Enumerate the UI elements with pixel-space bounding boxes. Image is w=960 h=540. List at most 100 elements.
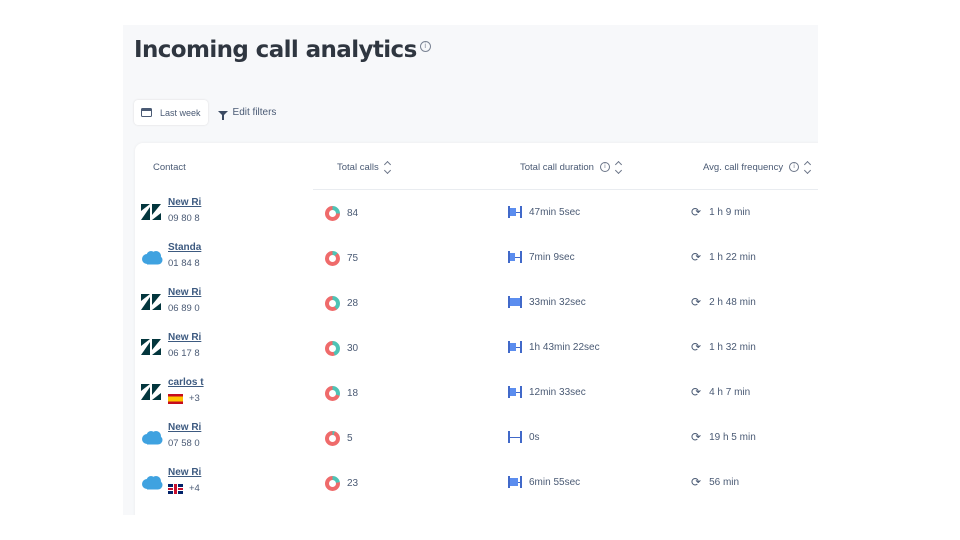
refresh-icon: ⟳ (691, 475, 702, 489)
sort-icon[interactable] (804, 160, 812, 174)
header-contact-label: Contact (153, 161, 186, 173)
header-contact: Contact (153, 160, 186, 174)
duration-bar-icon (508, 476, 522, 488)
contact-number: 06 89 0 (168, 303, 200, 314)
contact-cell: New Ri 06 17 8 (168, 329, 214, 374)
frequency-cell: ⟳ 19 h 5 min (691, 431, 756, 443)
date-range-label: Last week (160, 107, 201, 118)
contact-number-text: +3 (189, 393, 200, 404)
refresh-icon: ⟳ (691, 295, 702, 309)
table-row[interactable]: New Ri +4 23 6min 55sec ⟳ 56 min (135, 464, 818, 509)
donut-chart-icon (325, 476, 340, 491)
header-total-duration[interactable]: Total call duration i (520, 160, 622, 174)
duration-bar-icon (508, 341, 522, 353)
donut-chart-icon (325, 431, 340, 446)
crm-source-icon (141, 383, 163, 401)
info-icon[interactable]: i (789, 162, 800, 172)
crm-source-icon (141, 338, 163, 356)
contact-name-link[interactable]: New Ri (168, 197, 201, 208)
salesforce-icon (142, 476, 163, 490)
contact-number: 06 17 8 (168, 348, 200, 359)
duration-cell: 33min 32sec (508, 296, 586, 308)
contact-number: +4 (168, 483, 200, 494)
duration-value: 7min 9sec (529, 251, 575, 263)
sort-icon[interactable] (383, 160, 391, 174)
table-row[interactable]: carlos t +3 18 12min 33sec ⟳ 4 h 7 min (135, 374, 818, 419)
frequency-cell: ⟳ 1 h 22 min (691, 251, 756, 263)
contact-number-text: +4 (189, 483, 200, 494)
sort-icon[interactable] (614, 160, 622, 174)
total-calls-value: 75 (347, 253, 359, 264)
table-row[interactable]: New Ri 06 89 0 28 33min 32sec ⟳ 2 h 48 m… (135, 284, 818, 329)
refresh-icon: ⟳ (691, 250, 702, 264)
contact-number: 01 84 8 (168, 258, 200, 269)
donut-chart-icon (325, 386, 340, 401)
contact-number-text: 07 58 0 (168, 438, 200, 449)
contact-name-link[interactable]: New Ri (168, 332, 201, 343)
table-row[interactable]: New Ri 06 17 8 30 1h 43min 22sec ⟳ 1 h 3… (135, 329, 818, 374)
crm-source-icon (141, 248, 163, 266)
contact-name-link[interactable]: New Ri (168, 422, 201, 433)
zendesk-icon (141, 294, 161, 310)
contact-cell: New Ri 09 80 8 (168, 194, 214, 239)
duration-value: 33min 32sec (529, 296, 586, 308)
contact-name-link[interactable]: carlos t (168, 377, 204, 388)
header-avg-frequency-label: Avg. call frequency (703, 161, 784, 173)
duration-value: 1h 43min 22sec (529, 341, 600, 353)
zendesk-icon (141, 204, 161, 220)
zendesk-icon (141, 384, 161, 400)
header-avg-frequency[interactable]: Avg. call frequency i (703, 160, 812, 174)
duration-bar-icon (508, 206, 522, 218)
crm-source-icon (141, 293, 163, 311)
refresh-icon: ⟳ (691, 430, 702, 444)
total-calls-value: 18 (347, 388, 359, 399)
table-row[interactable]: Standa 01 84 8 75 7min 9sec ⟳ 1 h 22 min (135, 239, 818, 284)
duration-cell: 6min 55sec (508, 476, 580, 488)
total-calls-cell: 28 (325, 296, 358, 311)
table-row[interactable]: New Ri 09 80 8 84 47min 5sec ⟳ 1 h 9 min (135, 194, 818, 239)
duration-value: 47min 5sec (529, 206, 581, 218)
refresh-icon: ⟳ (691, 385, 702, 399)
frequency-value: 1 h 32 min (709, 341, 756, 353)
crm-source-icon (141, 203, 163, 221)
frequency-value: 2 h 48 min (709, 296, 756, 308)
date-range-button[interactable]: Last week (134, 100, 208, 125)
info-icon[interactable]: i (419, 41, 431, 52)
contact-number-text: 09 80 8 (168, 213, 200, 224)
total-calls-cell: 84 (325, 206, 358, 221)
edit-filters-button[interactable]: Edit filters (217, 107, 277, 120)
header-total-calls[interactable]: Total calls (337, 160, 391, 174)
duration-bar-icon (508, 431, 522, 443)
calendar-icon (141, 108, 152, 117)
frequency-cell: ⟳ 2 h 48 min (691, 296, 756, 308)
duration-value: 12min 33sec (529, 386, 586, 398)
frequency-value: 4 h 7 min (709, 386, 751, 398)
refresh-icon: ⟳ (691, 205, 702, 219)
frequency-value: 1 h 9 min (709, 206, 751, 218)
page-title: Incoming call analytics (134, 37, 417, 63)
contact-number-text: 06 17 8 (168, 348, 200, 359)
frequency-value: 56 min (709, 476, 740, 488)
duration-bar-icon (508, 251, 522, 263)
contact-name-link[interactable]: New Ri (168, 467, 201, 478)
salesforce-icon (142, 251, 163, 265)
frequency-cell: ⟳ 56 min (691, 476, 739, 488)
info-icon[interactable]: i (599, 162, 610, 172)
salesforce-icon (142, 431, 163, 445)
duration-value: 0s (529, 431, 540, 443)
flag-gb-icon (168, 483, 183, 494)
duration-bar-icon (508, 296, 522, 308)
contact-number: 07 58 0 (168, 438, 200, 449)
contact-name-link[interactable]: New Ri (168, 287, 201, 298)
calls-table: Contact Total calls Total call duration … (135, 143, 818, 515)
edit-filters-label: Edit filters (232, 107, 277, 118)
duration-cell: 47min 5sec (508, 206, 580, 218)
total-calls-value: 30 (347, 343, 359, 354)
contact-cell: New Ri 07 58 0 (168, 419, 214, 464)
zendesk-icon (141, 339, 161, 355)
contact-name-link[interactable]: Standa (168, 242, 201, 253)
frequency-cell: ⟳ 1 h 9 min (691, 206, 750, 218)
frequency-value: 1 h 22 min (709, 251, 756, 263)
title-row: Incoming call analytics i (134, 35, 431, 65)
table-row[interactable]: New Ri 07 58 0 5 0s ⟳ 19 h 5 min (135, 419, 818, 464)
